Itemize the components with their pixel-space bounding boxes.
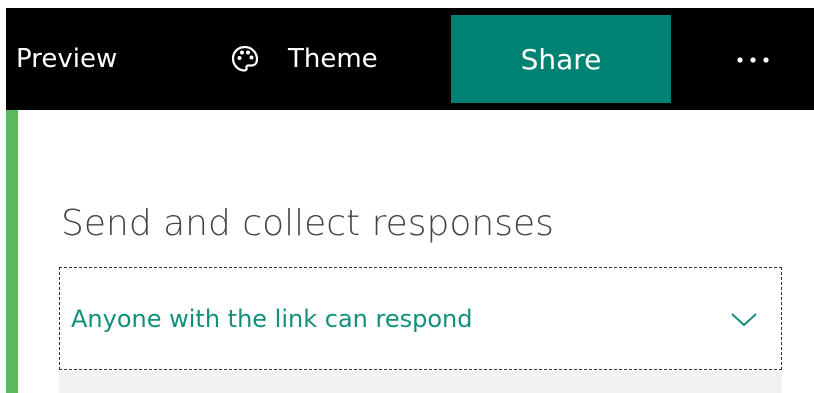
top-toolbar: Preview Theme Share <box>6 8 814 110</box>
preview-button[interactable]: Preview <box>16 8 117 110</box>
share-button[interactable]: Share <box>451 15 671 103</box>
permission-dropdown[interactable]: Anyone with the link can respond <box>59 267 782 370</box>
permission-selected-value: Anyone with the link can respond <box>71 304 473 333</box>
link-area <box>59 371 782 393</box>
theme-button[interactable]: Theme <box>228 8 378 110</box>
chevron-down-icon <box>727 307 761 331</box>
preview-label: Preview <box>16 44 118 74</box>
more-dots-icon <box>733 50 773 69</box>
share-label: Share <box>520 42 602 76</box>
more-options-button[interactable] <box>728 8 778 110</box>
left-accent-bar <box>6 110 18 393</box>
theme-label: Theme <box>288 44 378 74</box>
palette-icon <box>228 42 262 76</box>
panel-heading: Send and collect responses <box>61 203 554 244</box>
